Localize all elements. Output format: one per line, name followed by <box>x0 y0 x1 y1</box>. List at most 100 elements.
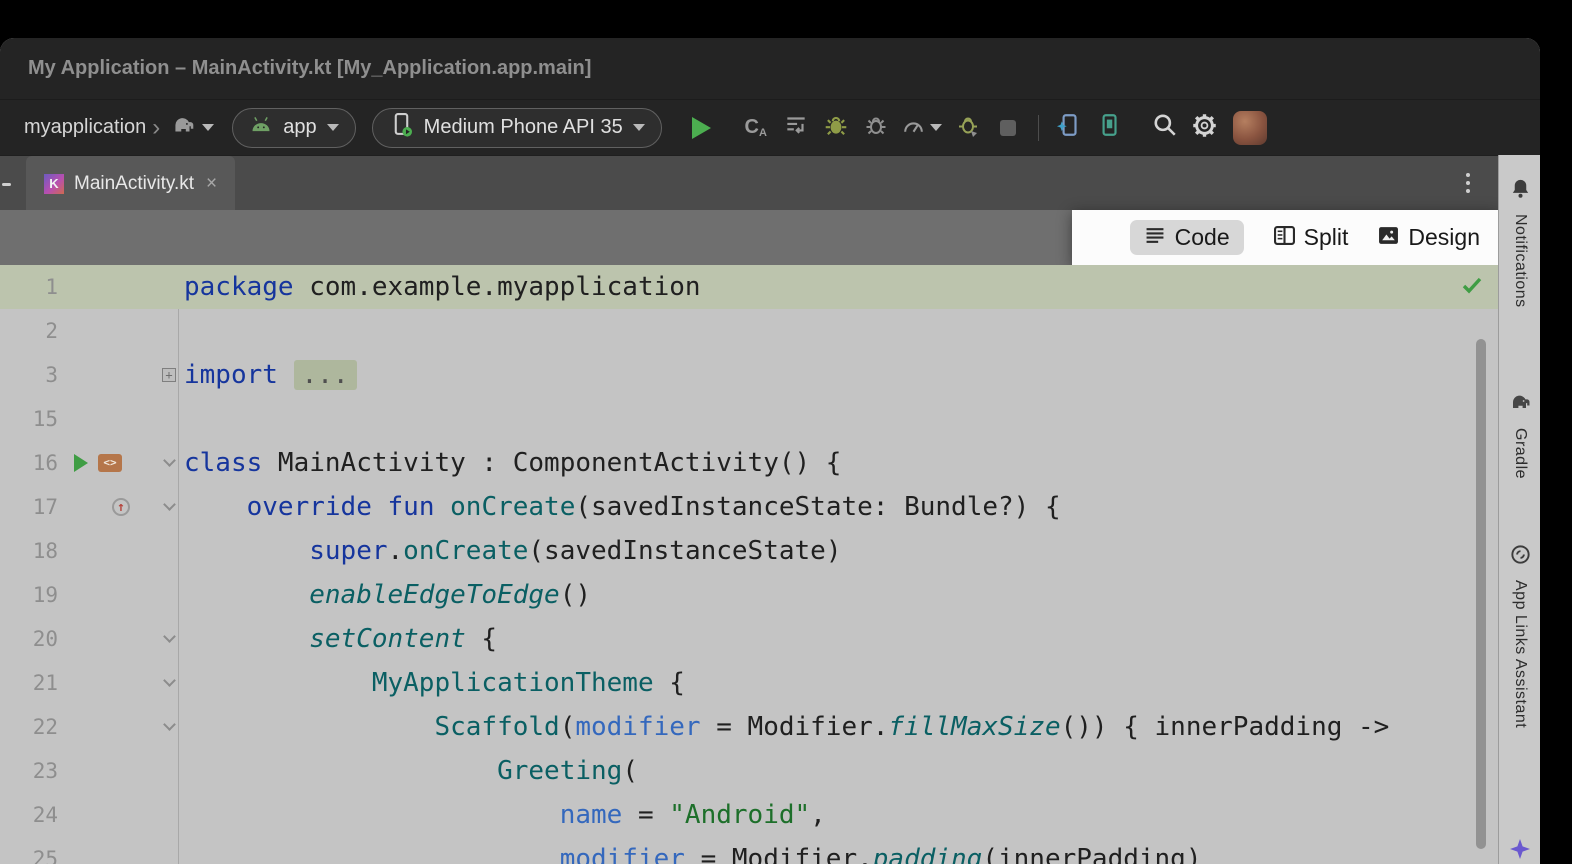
code-token: name <box>560 800 623 830</box>
tab-options-kebab-icon[interactable] <box>1466 173 1470 193</box>
view-toggle-design[interactable]: Design <box>1378 224 1480 251</box>
tab-label: MainActivity.kt <box>74 173 194 195</box>
debug-button[interactable] <box>816 108 856 148</box>
device-manager-icon <box>1056 112 1082 143</box>
close-icon[interactable]: × <box>206 173 217 195</box>
code-token: padding <box>873 844 983 864</box>
device-label: Medium Phone API 35 <box>424 116 623 139</box>
gutter-icons <box>58 529 160 573</box>
fold-collapse-icon[interactable] <box>163 630 176 643</box>
line-number: 16 <box>0 441 58 485</box>
code-token: { <box>654 668 685 698</box>
device-manager-button[interactable] <box>1049 108 1089 148</box>
stop-button[interactable] <box>988 108 1028 148</box>
stripe-item-notifications[interactable]: Notifications <box>1499 177 1540 308</box>
code-text: super.onCreate(savedInstanceState) <box>178 529 841 573</box>
profile-app-button[interactable] <box>948 108 988 148</box>
editor-scrollbar[interactable] <box>1476 339 1486 849</box>
indent <box>184 844 560 864</box>
code-text: Greeting( <box>178 749 638 793</box>
app-links-icon <box>1509 543 1532 571</box>
stripe-item-gemini[interactable] <box>1499 837 1540 864</box>
running-devices-button[interactable] <box>1089 108 1129 148</box>
device-selector[interactable]: Medium Phone API 35 <box>372 108 662 148</box>
fold-expand-icon[interactable]: + <box>162 368 176 382</box>
inspection-ok-icon[interactable] <box>1460 273 1484 304</box>
code-line: 17↑ override fun onCreate(savedInstanceS… <box>0 485 1498 529</box>
project-breadcrumb[interactable]: myapplication <box>24 116 146 139</box>
fold-column <box>160 309 178 353</box>
title-bar: My Application – MainActivity.kt [My_App… <box>0 38 1540 100</box>
code-token: , <box>810 800 826 830</box>
folded-imports[interactable]: ... <box>294 360 357 390</box>
view-toggle-label: Split <box>1304 224 1349 251</box>
code-token: modifier <box>560 844 685 864</box>
indent <box>184 624 309 654</box>
stripe-item-gradle[interactable]: Gradle <box>1499 390 1540 479</box>
indent <box>184 492 247 522</box>
code-line: 23 Greeting( <box>0 749 1498 793</box>
line-number: 21 <box>0 661 58 705</box>
avatar[interactable] <box>1233 111 1267 145</box>
run-button[interactable] <box>682 108 722 148</box>
run-config-selector[interactable]: app <box>232 108 355 148</box>
gutter-icons <box>58 617 160 661</box>
attach-debugger-button[interactable] <box>856 108 896 148</box>
code-line: 24 name = "Android", <box>0 793 1498 837</box>
apply-changes-button[interactable]: CA <box>736 108 776 148</box>
profiler-button[interactable] <box>896 108 948 148</box>
code-token: override <box>247 492 372 522</box>
search-everywhere-button[interactable] <box>1145 108 1185 148</box>
code-line: 18 super.onCreate(savedInstanceState) <box>0 529 1498 573</box>
code-editor[interactable]: 1package com.example.myapplication23+imp… <box>0 265 1498 864</box>
line-number: 15 <box>0 397 58 441</box>
code-token: ( <box>622 756 638 786</box>
right-tool-stripe: Notifications Gradle App Links Assistant <box>1498 155 1540 864</box>
collapsed-stripe-handle[interactable] <box>2 183 11 186</box>
gutter-icons <box>58 837 160 864</box>
code-line: 22 Scaffold(modifier = Modifier.fillMaxS… <box>0 705 1498 749</box>
stripe-item-app-links-assistant[interactable]: App Links Assistant <box>1499 543 1540 728</box>
code-token: setContent <box>309 624 466 654</box>
chevron-down-icon <box>633 124 645 131</box>
fold-collapse-icon[interactable] <box>163 718 176 731</box>
tab-mainactivity[interactable]: K MainActivity.kt × <box>26 156 235 211</box>
code-token: enableEdgeToEdge <box>309 580 559 610</box>
view-mode-toggle: Code Split Design <box>1072 210 1498 265</box>
view-toggle-split[interactable]: Split <box>1274 224 1349 251</box>
toolbar-separator <box>1038 115 1039 141</box>
code-text: override fun onCreate(savedInstanceState… <box>178 485 1061 529</box>
line-number: 24 <box>0 793 58 837</box>
override-gutter-icon[interactable]: ↑ <box>112 498 130 516</box>
screen: My Application – MainActivity.kt [My_App… <box>0 0 1572 864</box>
fold-collapse-icon[interactable] <box>163 674 176 687</box>
gutter-icons: ↑ <box>58 485 160 529</box>
gutter-icons <box>58 397 160 441</box>
code-text: import ... <box>178 353 357 397</box>
fold-collapse-icon[interactable] <box>163 498 176 511</box>
gradle-sync-button[interactable] <box>170 112 214 143</box>
settings-button[interactable] <box>1185 108 1225 148</box>
code-token: ()) { innerPadding -> <box>1061 712 1390 742</box>
class-gutter-icon[interactable]: <> <box>98 454 122 472</box>
code-token: Greeting <box>497 756 622 786</box>
chevron-down-icon <box>327 124 339 131</box>
code-text: class MainActivity : ComponentActivity()… <box>178 441 841 485</box>
code-token: (savedInstanceState) <box>528 536 841 566</box>
stripe-label: Gradle <box>1511 428 1529 479</box>
code-token: super <box>309 536 387 566</box>
indent <box>184 712 434 742</box>
code-token: = Modifier. <box>685 844 873 864</box>
apply-code-changes-button[interactable] <box>776 108 816 148</box>
line-number: 25 <box>0 837 58 864</box>
code-token: MyApplicationTheme <box>372 668 654 698</box>
run-gutter-icon[interactable] <box>74 454 88 472</box>
code-text <box>178 397 184 441</box>
fold-collapse-icon[interactable] <box>163 454 176 467</box>
view-toggle-code[interactable]: Code <box>1130 220 1244 255</box>
indent <box>184 580 309 610</box>
code-token: class <box>184 448 262 478</box>
device-phone-icon <box>389 112 414 143</box>
code-text: setContent { <box>178 617 497 661</box>
android-studio-window: My Application – MainActivity.kt [My_App… <box>0 38 1540 864</box>
